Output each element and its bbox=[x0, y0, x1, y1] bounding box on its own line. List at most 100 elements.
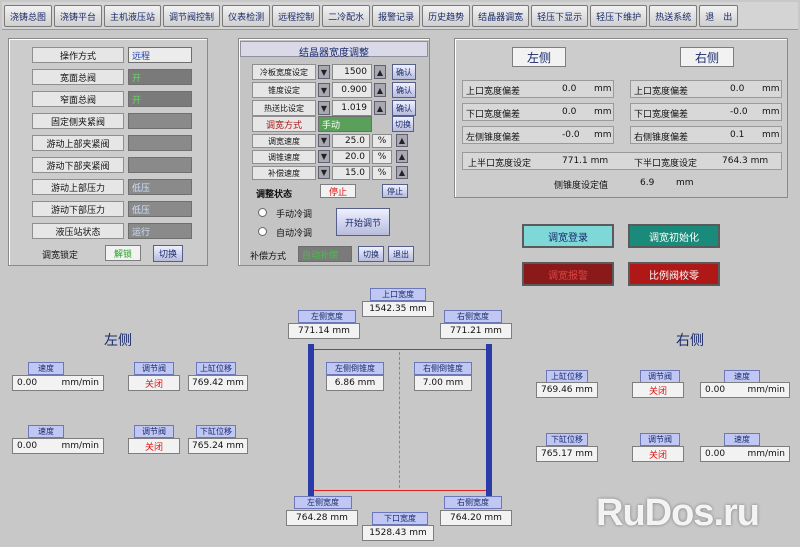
nav-button-0[interactable]: 浇铸总图 bbox=[4, 5, 53, 27]
right-deviation-label-2: 右侧锥度偏差 bbox=[634, 133, 689, 143]
setpoint-increase-1[interactable]: ▲ bbox=[374, 83, 386, 97]
taper-unit: mm bbox=[676, 178, 694, 188]
nav-button-12[interactable]: 热送系统 bbox=[649, 5, 698, 27]
state-label: 调整状态 bbox=[256, 190, 293, 200]
nav-button-9[interactable]: 结晶器调宽 bbox=[472, 5, 530, 27]
right-deviation-unit-0: mm bbox=[762, 84, 780, 94]
nav-button-4[interactable]: 仪表检测 bbox=[222, 5, 271, 27]
nav-button-2[interactable]: 主机液压站 bbox=[104, 5, 162, 27]
setpoint-label-1: 锥度设定 bbox=[252, 82, 316, 98]
nav-button-3[interactable]: 调节阀控制 bbox=[163, 5, 221, 27]
diagram-right-side-label: 右侧 bbox=[676, 333, 704, 349]
nav-button-10[interactable]: 轻压下显示 bbox=[531, 5, 589, 27]
left-deviation-value-0: 0.0 bbox=[562, 84, 577, 94]
left-side-title: 左侧 bbox=[512, 47, 566, 67]
right-lower-valve-value: 关闭 bbox=[632, 446, 684, 462]
setpoint-increase-2[interactable]: ▲ bbox=[374, 101, 386, 115]
left-upper-valve-value: 关闭 bbox=[128, 375, 180, 391]
setpoint-decrease-1[interactable]: ▼ bbox=[318, 83, 330, 97]
setpoint-confirm-2[interactable]: 确认 bbox=[392, 100, 416, 116]
valve-zero-button[interactable]: 比例阀校零 bbox=[628, 262, 720, 286]
right-top-width-label: 右侧宽度 bbox=[444, 310, 502, 323]
left-upper-speed-value: 0.00 mm/min bbox=[12, 375, 104, 391]
right-upper-speed-value: 0.00 mm/min bbox=[700, 382, 790, 398]
lock-switch-button[interactable]: 切换 bbox=[153, 245, 183, 262]
setpoint-decrease-2[interactable]: ▼ bbox=[318, 101, 330, 115]
radio-auto[interactable] bbox=[258, 227, 267, 236]
nav-button-11[interactable]: 轻压下维护 bbox=[590, 5, 648, 27]
mold-bottom-line bbox=[314, 490, 486, 491]
left-deviation-label-0: 上口宽度偏差 bbox=[466, 87, 521, 97]
setpoint-value-0[interactable]: 1500 bbox=[332, 64, 372, 80]
right-upper-valve-value: 关闭 bbox=[632, 382, 684, 398]
nav-button-6[interactable]: 二冷配水 bbox=[322, 5, 371, 27]
nav-button-13[interactable]: 退 出 bbox=[699, 5, 739, 27]
speed-value-1[interactable]: 20.0 bbox=[332, 150, 370, 164]
radio-auto-label: 自动冷调 bbox=[276, 229, 313, 239]
upper-width-label: 上口宽度 bbox=[370, 288, 426, 301]
speed-increase-2[interactable]: ▲ bbox=[396, 166, 408, 179]
speed-decrease-0[interactable]: ▼ bbox=[318, 134, 330, 147]
setpoint-increase-0[interactable]: ▲ bbox=[374, 65, 386, 79]
right-deviation-label-0: 上口宽度偏差 bbox=[634, 87, 689, 97]
right-lower-speed-value: 0.00 mm/min bbox=[700, 446, 790, 462]
adjust-login-button[interactable]: 调宽登录 bbox=[522, 224, 614, 248]
right-lower-valve-label: 调节阀 bbox=[640, 433, 680, 446]
status-label-3: 固定侧夹紧阀 bbox=[32, 113, 124, 129]
adjust-alarm-button[interactable]: 调宽报警 bbox=[522, 262, 614, 286]
lower-width-label: 下口宽度 bbox=[372, 512, 428, 525]
adjust-init-button[interactable]: 调宽初始化 bbox=[628, 224, 720, 248]
status-label-0: 操作方式 bbox=[32, 47, 124, 63]
comp-switch-button[interactable]: 切换 bbox=[358, 246, 384, 262]
comp-value: 自动补偿 bbox=[298, 246, 352, 262]
top-nav: 浇铸总图 浇铸平台 主机液压站 调节阀控制 仪表检测 远程控制 二冷配水 报警记录 历史趋势 结晶… bbox=[2, 2, 798, 30]
status-label-5: 游动下部夹紧阀 bbox=[32, 157, 124, 173]
left-upper-speed-unit: mm/min bbox=[61, 378, 99, 388]
left-bot-width-value: 764.28 mm bbox=[286, 510, 358, 526]
left-deviation-label-2: 左侧锥度偏差 bbox=[466, 133, 521, 143]
speed-decrease-2[interactable]: ▼ bbox=[318, 166, 330, 179]
left-deviation-label-1: 下口宽度偏差 bbox=[466, 110, 521, 120]
nav-button-8[interactable]: 历史趋势 bbox=[422, 5, 471, 27]
exit-button[interactable]: 退出 bbox=[388, 246, 414, 262]
left-deviation-unit-2: mm bbox=[594, 130, 612, 140]
left-lower-valve-label: 调节阀 bbox=[134, 425, 174, 438]
speed-value-2[interactable]: 15.0 bbox=[332, 166, 370, 180]
start-adjust-button[interactable]: 开始调节 bbox=[336, 208, 390, 236]
stop-button[interactable]: 停止 bbox=[382, 184, 408, 198]
speed-value-0[interactable]: 25.0 bbox=[332, 134, 370, 148]
nav-button-1[interactable]: 浇铸平台 bbox=[54, 5, 103, 27]
mold-right-post bbox=[486, 344, 492, 496]
right-top-width-value: 771.21 mm bbox=[440, 323, 512, 339]
setpoint-confirm-1[interactable]: 确认 bbox=[392, 82, 416, 98]
nav-button-5[interactable]: 远程控制 bbox=[272, 5, 321, 27]
status-value-7: 低压 bbox=[128, 201, 192, 217]
lock-value: 解锁 bbox=[105, 245, 141, 261]
left-lower-valve-value: 关闭 bbox=[128, 438, 180, 454]
speed-label-2: 补偿速度 bbox=[252, 166, 316, 180]
width-adjust-title: 结晶器宽度调整 bbox=[240, 41, 428, 59]
setpoint-confirm-0[interactable]: 确认 bbox=[392, 64, 416, 80]
status-value-0: 远程 bbox=[128, 47, 192, 63]
lower-set-value: 764.3 mm bbox=[722, 156, 769, 166]
left-lower-speed-unit: mm/min bbox=[61, 441, 99, 451]
left-upper-valve-label: 调节阀 bbox=[134, 362, 174, 375]
setpoint-decrease-0[interactable]: ▼ bbox=[318, 65, 330, 79]
status-value-4 bbox=[128, 135, 192, 151]
left-lower-speed-label: 速度 bbox=[28, 425, 64, 438]
setpoint-value-1[interactable]: 0.900 bbox=[332, 82, 372, 98]
upper-set-label: 上半口宽度设定 bbox=[468, 159, 532, 169]
status-value-2: 开 bbox=[128, 91, 192, 107]
mode-switch-button[interactable]: 切换 bbox=[392, 116, 414, 132]
nav-button-7[interactable]: 报警记录 bbox=[372, 5, 421, 27]
left-bot-width-label: 左侧宽度 bbox=[294, 496, 352, 509]
left-deviation-value-2: -0.0 bbox=[562, 130, 580, 140]
speed-decrease-1[interactable]: ▼ bbox=[318, 150, 330, 163]
right-lower-pos-label: 下缸位移 bbox=[546, 433, 588, 446]
speed-increase-1[interactable]: ▲ bbox=[396, 150, 408, 163]
left-lower-pos-value: 765.24 mm bbox=[188, 438, 248, 454]
status-label-8: 液压站状态 bbox=[32, 223, 124, 239]
speed-increase-0[interactable]: ▲ bbox=[396, 134, 408, 147]
setpoint-value-2[interactable]: 1.019 bbox=[332, 100, 372, 116]
radio-manual[interactable] bbox=[258, 208, 267, 217]
